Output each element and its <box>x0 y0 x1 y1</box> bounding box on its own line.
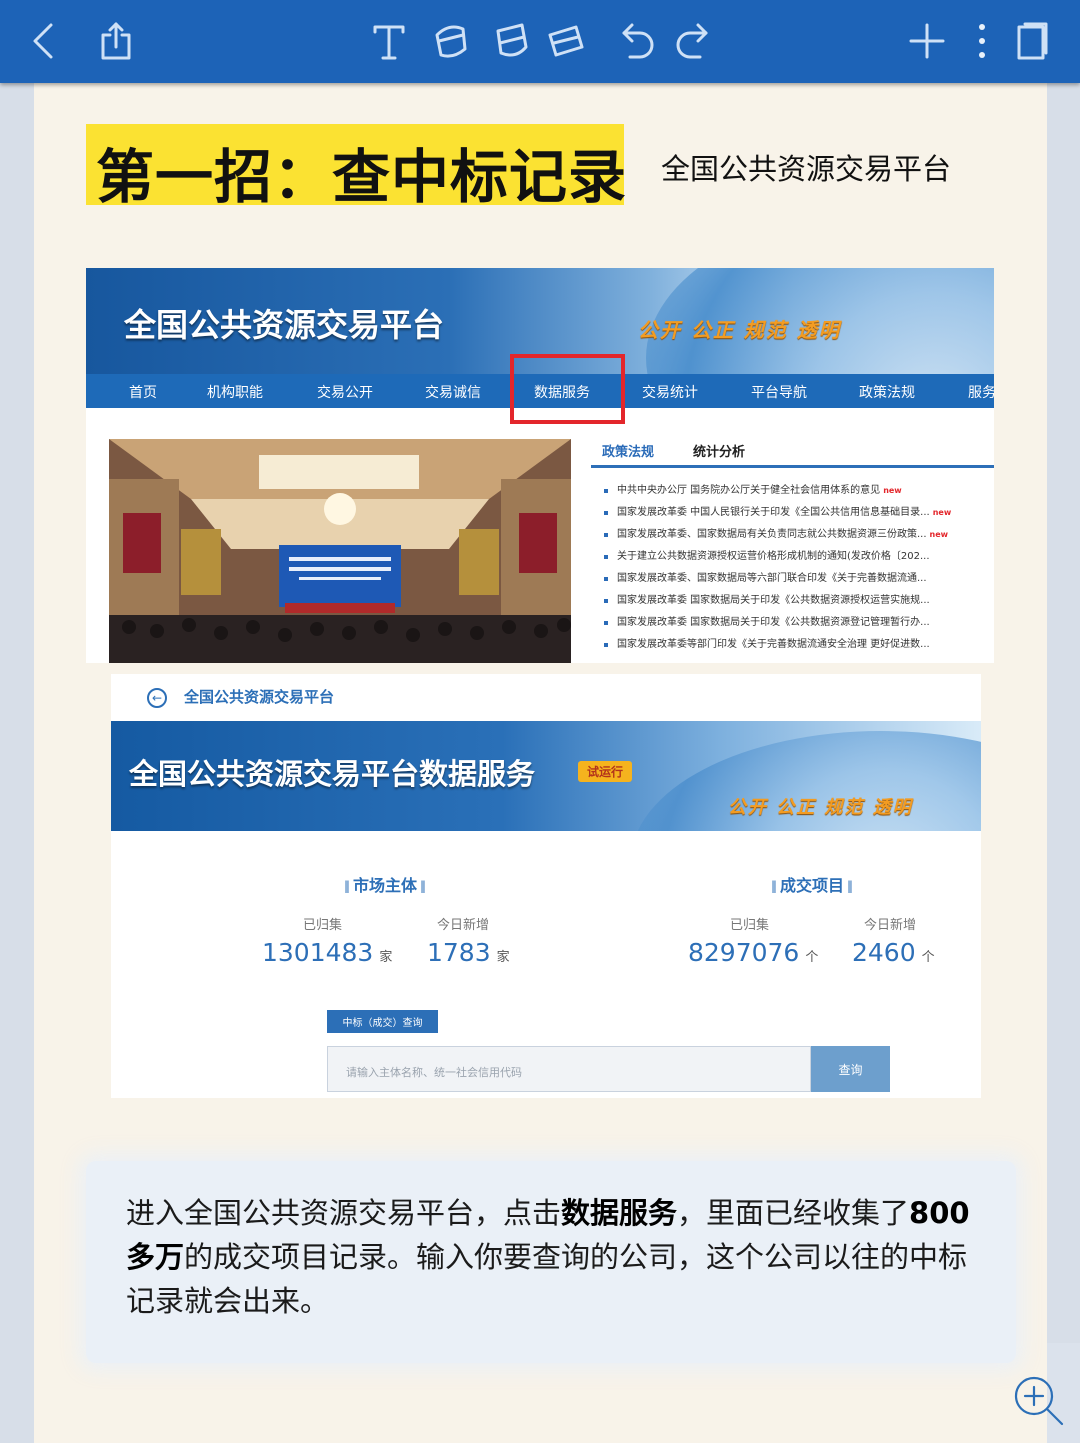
deals-today-label: 今日新增 <box>864 918 917 933</box>
deals-collected-label: 已归集 <box>730 918 770 933</box>
right-margin <box>1047 83 1080 1343</box>
highlighter-tool-icon[interactable] <box>490 18 534 64</box>
top-toolbar <box>0 0 1080 83</box>
data-service-title: 全国公共资源交易平台数据服务 <box>129 757 536 791</box>
market-collected-value: 1301483 家 <box>262 938 393 967</box>
news-item[interactable]: 国家发展改革委 国家数据局关于印发《公共数据资源授权运营实施规... <box>603 590 993 612</box>
nav-item-trade-public[interactable]: 交易公开 <box>317 382 373 402</box>
news-item[interactable]: 国家发展改革委、国家数据局有关负责同志就公共数据资源三份政策... new <box>603 524 993 546</box>
search-button[interactable]: 查询 <box>811 1046 890 1092</box>
page-view-icon[interactable] <box>1010 18 1054 64</box>
platform-title: 全国公共资源交易平台 <box>124 306 445 344</box>
news-item[interactable]: 国家发展改革委 中国人民银行关于印发《全国公共信用信息基础目录... new <box>603 502 993 524</box>
nav-item-trade-stats[interactable]: 交易统计 <box>642 382 698 402</box>
nav-item-policy[interactable]: 政策法规 <box>859 382 915 402</box>
data-service-slogan: 公开 公正 规范 透明 <box>728 797 913 818</box>
platform-slogan: 公开 公正 规范 透明 <box>638 318 841 342</box>
deals-today-value: 2460 个 <box>852 938 935 967</box>
market-today-value: 1783 家 <box>427 938 510 967</box>
news-tabs: 政策法规 统计分析 <box>591 438 994 468</box>
tab-statistics[interactable]: 统计分析 <box>693 441 745 460</box>
news-list: 中共中央办公厅 国务院办公厅关于健全社会信用体系的意见 new 国家发展改革委 中… <box>603 480 993 656</box>
data-service-highlight-box <box>510 354 625 424</box>
news-item[interactable]: 国家发展改革委 国家数据局关于印发《公共数据资源登记管理暂行办... <box>603 612 993 634</box>
share-icon[interactable] <box>94 18 138 64</box>
data-service-banner: 全国公共资源交易平台数据服务 试运行 公开 公正 规范 透明 <box>111 721 981 831</box>
bid-query-tab[interactable]: 中标（成交）查询 <box>327 1010 438 1033</box>
platform-homepage-screenshot: 全国公共资源交易平台 公开 公正 规范 透明 首页 机构职能 交易公开 交易诚信… <box>86 268 994 663</box>
new-badge: new <box>932 508 952 517</box>
caption-box: 进入全国公共资源交易平台，点击数据服务，里面已经收集了800多万的成交项目记录。… <box>86 1161 1016 1363</box>
caption-text: 进入全国公共资源交易平台，点击数据服务，里面已经收集了800多万的成交项目记录。… <box>126 1196 970 1318</box>
page-title: 第一招：查中标记录 <box>96 143 628 211</box>
market-entity-heading: 市场主体 <box>341 872 429 896</box>
trial-badge: 试运行 <box>578 761 633 782</box>
new-badge: new <box>929 530 949 539</box>
nav-item-service[interactable]: 服务 <box>968 382 994 402</box>
deals-collected-value: 8297076 个 <box>688 938 819 967</box>
nav-item-trade-credit[interactable]: 交易诚信 <box>425 382 481 402</box>
tab-policy[interactable]: 政策法规 <box>602 441 654 460</box>
news-item[interactable]: 关于建立公共数据资源授权运营价格形成机制的通知(发改价格〔202... <box>603 546 993 568</box>
news-item[interactable]: 国家发展改革委、国家数据局等六部门联合印发《关于完善数据流通... <box>603 568 993 590</box>
conference-photo <box>109 439 571 663</box>
news-item[interactable]: 国家发展改革委等部门印发《关于完善数据流通安全治理 更好促进数... <box>603 634 993 656</box>
back-icon[interactable] <box>22 18 66 64</box>
page-subtitle: 全国公共资源交易平台 <box>661 152 952 186</box>
deal-projects-heading: 成交项目 <box>768 872 856 896</box>
text-tool-icon[interactable] <box>367 18 411 64</box>
add-icon[interactable] <box>905 18 949 64</box>
market-today-label: 今日新增 <box>437 918 490 933</box>
eraser-tool-icon[interactable] <box>544 18 588 64</box>
pen-tool-icon[interactable] <box>429 18 473 64</box>
more-icon[interactable] <box>960 18 1004 64</box>
left-margin <box>0 83 34 1443</box>
zoom-in-icon[interactable] <box>1010 1372 1066 1428</box>
undo-icon[interactable] <box>616 18 660 64</box>
news-item[interactable]: 中共中央办公厅 国务院办公厅关于健全社会信用体系的意见 new <box>603 480 993 502</box>
market-collected-label: 已归集 <box>303 918 343 933</box>
nav-item-platform-nav[interactable]: 平台导航 <box>751 382 807 402</box>
new-badge: new <box>883 486 902 495</box>
back-link[interactable]: 全国公共资源交易平台 <box>184 686 334 707</box>
nav-item-institutions[interactable]: 机构职能 <box>207 382 263 402</box>
data-service-screenshot: ← 全国公共资源交易平台 全国公共资源交易平台数据服务 试运行 公开 公正 规范… <box>111 674 981 1098</box>
nav-item-home[interactable]: 首页 <box>129 382 157 402</box>
back-arrow-icon[interactable]: ← <box>147 688 167 708</box>
redo-icon[interactable] <box>670 18 714 64</box>
entity-search-input[interactable]: 请输入主体名称、统一社会信用代码 <box>327 1046 811 1092</box>
